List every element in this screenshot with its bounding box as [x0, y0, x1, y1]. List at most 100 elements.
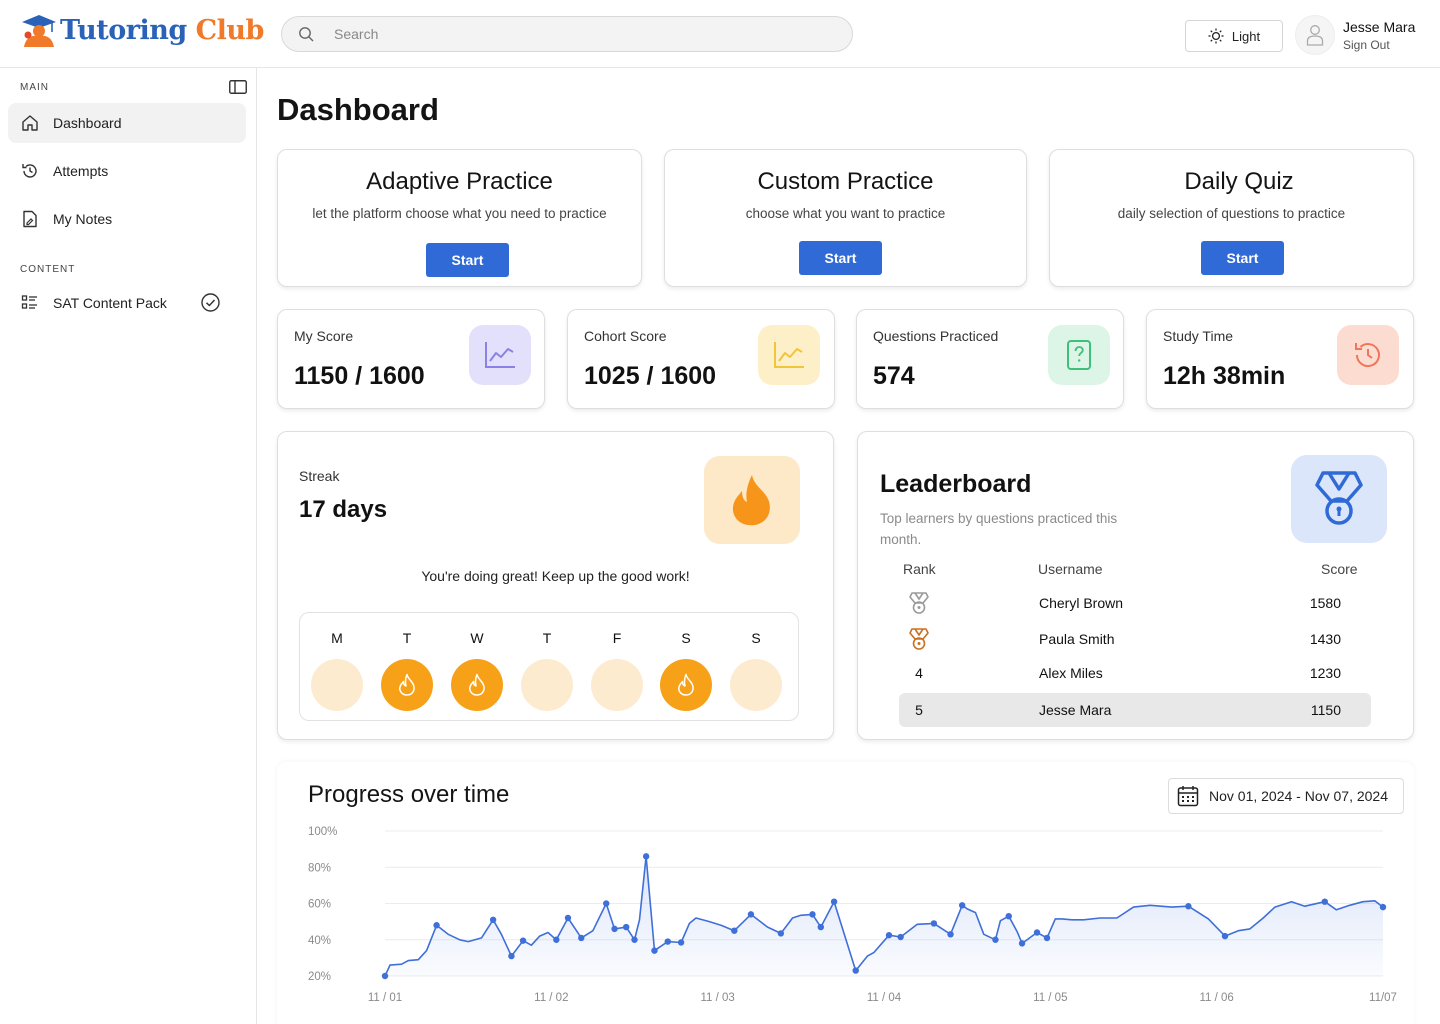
bronze-medal-icon	[909, 628, 929, 650]
adaptive-practice-start-button[interactable]: Start	[426, 243, 509, 277]
logo-text-club: Club	[195, 14, 265, 46]
practice-description: choose what you want to practice	[745, 206, 946, 221]
data-point	[651, 947, 658, 954]
practice-description: daily selection of questions to practice	[1117, 206, 1346, 221]
day-wednesday: W	[451, 613, 503, 722]
data-point	[1321, 898, 1328, 905]
data-point	[809, 911, 816, 918]
y-tick-label: 100%	[308, 826, 337, 838]
data-point	[433, 922, 440, 929]
sun-icon	[1208, 28, 1224, 44]
week-streak-tracker: M T W T F S S	[299, 612, 799, 721]
stat-icon-box	[1048, 325, 1110, 385]
y-tick-label: 20%	[308, 971, 331, 983]
line-chart-icon	[774, 342, 804, 368]
progress-chart-card: 100% 80% 60% 40% 20% 11 / 01 11 / 02 11 / 03 11 …	[277, 762, 1414, 1024]
data-point	[603, 900, 610, 907]
theme-toggle-button[interactable]: Light	[1185, 20, 1283, 52]
leaderboard-score: 1430	[1309, 631, 1341, 647]
leaderboard-row[interactable]: Cheryl Brown 1580	[899, 586, 1371, 620]
leaderboard-card: Leaderboard Top learners by questions pr…	[857, 431, 1414, 740]
day-circle	[660, 659, 712, 711]
data-point	[553, 936, 560, 943]
x-tick-label: 11 / 04	[867, 992, 902, 1004]
leaderboard-score: 1230	[1309, 665, 1341, 681]
data-point	[1043, 934, 1051, 942]
day-letter: T	[402, 630, 412, 646]
adaptive-practice-card: Adaptive Practice let the platform choos…	[277, 149, 642, 287]
data-point	[381, 972, 389, 980]
avatar[interactable]	[1295, 15, 1335, 55]
date-range-picker[interactable]: Nov 01, 2024 - Nov 07, 2024	[1168, 778, 1404, 814]
user-name: Jesse Mara	[1343, 19, 1416, 35]
custom-practice-start-button[interactable]: Start	[799, 241, 882, 275]
list-icon	[21, 295, 37, 309]
streak-message: You're doing great! Keep up the good wor…	[421, 568, 690, 584]
theme-label: Light	[1231, 28, 1261, 44]
day-tuesday: T	[381, 613, 433, 722]
data-point	[830, 898, 838, 905]
day-sunday: S	[730, 613, 782, 722]
sidebar-item-label: SAT Content Pack	[53, 295, 167, 311]
data-point	[817, 923, 824, 931]
leaderboard-title: Leaderboard	[880, 470, 1032, 498]
sidebar-section-main: MAIN	[20, 82, 49, 93]
data-point	[1379, 903, 1387, 911]
sign-out-link[interactable]: Sign Out	[1343, 38, 1390, 52]
sidebar: MAIN Dashboard Attempts My Notes CONTENT	[0, 68, 257, 1024]
data-point	[852, 967, 859, 974]
stat-label: My Score	[294, 328, 354, 344]
flame-icon	[399, 673, 415, 696]
stat-label: Cohort Score	[584, 328, 667, 344]
search-icon	[299, 27, 314, 42]
practice-description: let the platform choose what you need to…	[312, 206, 607, 221]
day-monday: M	[311, 613, 363, 722]
leaderboard-rank	[899, 622, 939, 656]
x-tick-label: 11 / 03	[701, 992, 735, 1004]
user-icon	[1306, 25, 1324, 46]
leaderboard-row[interactable]: Paula Smith 1430	[899, 622, 1371, 656]
column-header-username[interactable]: Username	[1038, 561, 1103, 577]
stat-value: 1150 / 1600	[294, 362, 425, 390]
data-point	[611, 925, 618, 933]
leaderboard-row[interactable]: 4 Alex Miles 1230	[899, 656, 1371, 690]
custom-practice-card: Custom Practice choose what you want to …	[664, 149, 1027, 287]
sidebar-item-dashboard[interactable]: Dashboard	[8, 103, 246, 143]
notes-icon	[23, 210, 37, 228]
leaderboard-username: Alex Miles	[1039, 665, 1103, 681]
series-area	[385, 856, 1383, 976]
data-point	[747, 911, 755, 918]
history-icon	[22, 164, 37, 178]
stat-value: 12h 38min	[1163, 362, 1286, 390]
day-circle	[591, 659, 643, 711]
x-tick-label: 11 / 05	[1033, 992, 1067, 1004]
logo-text-tutoring: Tutoring	[60, 14, 187, 46]
sidebar-collapse-icon[interactable]	[229, 80, 247, 94]
column-header-score[interactable]: Score	[1321, 561, 1358, 577]
stat-icon-box	[758, 325, 820, 385]
data-point	[1033, 929, 1041, 936]
day-circle	[311, 659, 363, 711]
sidebar-item-attempts[interactable]: Attempts	[8, 151, 246, 191]
column-header-rank[interactable]: Rank	[903, 561, 936, 577]
day-circle	[521, 659, 573, 711]
daily-quiz-start-button[interactable]: Start	[1201, 241, 1284, 275]
sidebar-item-label: Attempts	[53, 163, 109, 179]
day-letter: W	[470, 630, 484, 646]
daily-quiz-card: Daily Quiz daily selection of questions …	[1049, 149, 1414, 287]
data-point	[1005, 912, 1012, 920]
search-bar[interactable]	[281, 16, 853, 52]
streak-icon-box	[704, 456, 800, 544]
data-point	[958, 902, 966, 909]
search-input[interactable]	[334, 26, 814, 42]
day-circle	[730, 659, 782, 711]
y-tick-label: 60%	[308, 899, 331, 911]
tutoring-club-logo[interactable]: Tutoring Club	[18, 10, 264, 50]
sidebar-item-my-notes[interactable]: My Notes	[8, 199, 246, 239]
y-tick-label: 40%	[308, 935, 331, 947]
data-point	[642, 853, 650, 860]
day-letter: M	[331, 630, 343, 646]
stat-icon-box	[469, 325, 531, 385]
study-time-card: Study Time 12h 38min	[1146, 309, 1414, 409]
leaderboard-row-current-user[interactable]: 5 Jesse Mara 1150	[899, 693, 1371, 727]
